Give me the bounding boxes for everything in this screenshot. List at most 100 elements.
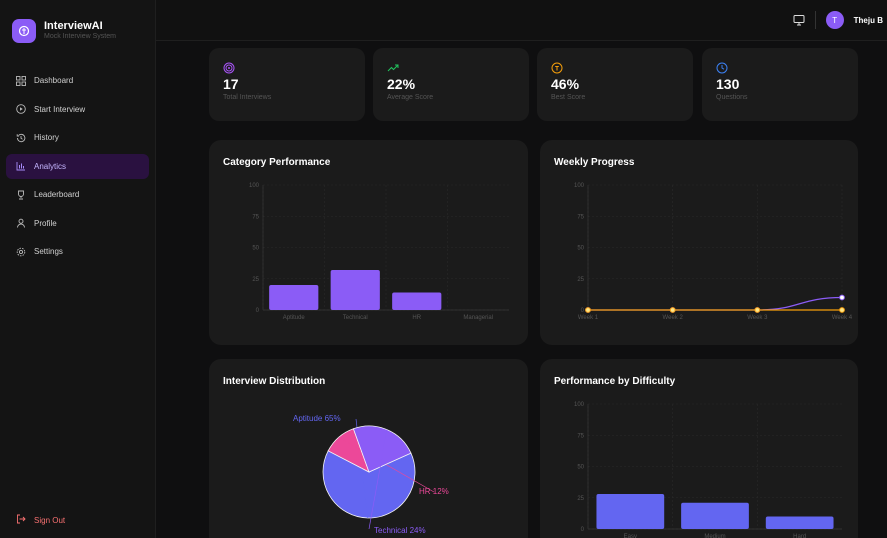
performance-by-difficulty-card: Performance by Difficulty 0 25 50 75 100 Easy… <box>540 359 858 538</box>
sidebar-item-analytics[interactable]: Analytics <box>6 153 149 179</box>
data-point <box>839 307 845 313</box>
sidebar-item-label: Analytics <box>34 161 67 171</box>
bar-chart-icon <box>16 161 26 171</box>
x-tick-label: Easy <box>624 534 637 538</box>
sidebar: InterviewAI Mock Interview System Dashbo… <box>0 0 156 538</box>
data-point <box>669 307 676 313</box>
stat-label: Average Score <box>387 94 434 101</box>
x-tick-label: Hard <box>793 534 806 538</box>
bar <box>330 270 380 310</box>
stat-value: 17 <box>223 76 239 92</box>
x-tick-label: Week 2 <box>663 315 684 321</box>
series-line <box>588 296 843 311</box>
stat-value: 22% <box>387 76 416 92</box>
sign-out-button[interactable]: Sign Out <box>16 514 65 526</box>
clock-icon <box>716 62 728 74</box>
sidebar-item-label: Leaderboard <box>34 190 80 199</box>
pie-label: HR 12% <box>419 487 449 496</box>
x-tick-label: Technical <box>343 315 368 321</box>
sidebar-item-settings[interactable]: Settings <box>6 239 149 264</box>
bar <box>392 292 442 310</box>
x-tick-label: Week 3 <box>747 315 768 321</box>
stat-label: Total Interviews <box>223 94 272 101</box>
sign-out-label: Sign Out <box>34 515 66 525</box>
y-tick-label: 25 <box>252 277 259 283</box>
x-tick-label: Week 4 <box>832 315 853 321</box>
sidebar-item-profile[interactable]: Profile <box>6 211 149 236</box>
bar <box>596 494 665 529</box>
interview-distribution-chart: Aptitude 65% HR 12% Technical 24% <box>293 414 449 535</box>
sidebar-nav: Dashboard Start Interview History Analyt… <box>0 68 155 264</box>
x-tick-label: Aptitude <box>283 315 306 321</box>
sidebar-item-label: Start Interview <box>34 104 86 114</box>
sidebar-item-dashboard[interactable]: Dashboard <box>6 68 149 93</box>
stat-label: Questions <box>716 94 748 101</box>
bar <box>681 502 749 529</box>
x-tick-label: Week 1 <box>578 315 599 321</box>
award-icon <box>551 62 563 74</box>
grid-icon <box>16 75 26 86</box>
data-point <box>839 294 845 301</box>
performance-by-difficulty-chart: 0 25 50 75 100 Easy Medium Hard <box>574 402 842 538</box>
y-tick-label: 100 <box>574 183 585 189</box>
sidebar-item-label: History <box>34 133 59 142</box>
y-tick-label: 75 <box>252 214 259 220</box>
monitor-icon[interactable] <box>793 14 805 26</box>
x-tick-label: Managerial <box>463 315 493 321</box>
play-circle-icon <box>16 104 26 114</box>
y-tick-label: 0 <box>581 308 585 314</box>
target-icon <box>223 62 235 74</box>
sidebar-item-start-interview[interactable]: Start Interview <box>6 97 149 122</box>
sidebar-item-leaderboard[interactable]: Leaderboard <box>6 182 149 207</box>
brand-name: InterviewAI <box>44 20 103 32</box>
history-icon <box>16 133 26 143</box>
y-tick-label: 50 <box>577 246 584 252</box>
y-tick-label: 0 <box>256 308 260 314</box>
y-tick-label: 0 <box>581 527 585 533</box>
y-tick-label: 75 <box>577 214 584 220</box>
brand-subtitle: Mock Interview System <box>44 33 116 40</box>
bar <box>765 516 834 529</box>
stat-card-total-interviews: 17 Total Interviews <box>209 48 365 121</box>
stat-value: 46% <box>551 76 580 92</box>
weekly-progress-chart: 0 25 50 75 100 Week 1 Week 2 Week 3 Week 4 <box>574 183 853 321</box>
trophy-icon <box>16 190 26 200</box>
pie-label: Technical 24% <box>374 526 426 535</box>
y-tick-label: 25 <box>577 496 584 502</box>
bar <box>269 285 319 310</box>
avatar[interactable]: T <box>825 11 844 29</box>
interview-distribution-card: Interview Distribution Aptitude 65% HR 12… <box>209 359 528 538</box>
stat-card-questions: 130 Questions <box>702 48 858 121</box>
y-tick-label: 100 <box>249 183 260 189</box>
sidebar-item-label: Profile <box>34 218 57 228</box>
gear-icon <box>16 247 26 257</box>
data-point <box>754 307 761 313</box>
y-tick-label: 100 <box>574 402 585 408</box>
topbar-divider <box>814 11 816 29</box>
sidebar-item-label: Dashboard <box>34 76 74 85</box>
stat-card-average-score: 22% Average Score <box>373 48 529 121</box>
y-tick-label: 75 <box>577 433 584 439</box>
sidebar-item-history[interactable]: History <box>6 125 149 150</box>
brand: InterviewAI Mock Interview System <box>0 0 155 48</box>
y-tick-label: 50 <box>577 465 584 471</box>
y-tick-label: 25 <box>577 277 584 283</box>
stat-label: Best Score <box>551 94 586 101</box>
user-icon <box>16 218 26 228</box>
pie-label: Aptitude 65% <box>293 414 341 423</box>
category-performance-chart: 0 25 50 75 100 Aptitude Technical HR Managerial <box>249 183 509 321</box>
logout-icon <box>16 514 26 526</box>
weekly-progress-card: Weekly Progress 0 25 50 75 100 Week 1 Week 2 We… <box>540 140 858 345</box>
data-point <box>585 307 591 313</box>
y-tick-label: 50 <box>252 246 259 252</box>
brand-logo-icon <box>12 19 36 43</box>
sidebar-item-label: Settings <box>34 247 63 256</box>
trend-up-icon <box>387 62 399 74</box>
x-tick-label: HR <box>412 315 421 321</box>
category-performance-card: Category Performance 0 25 50 75 100 Aptitude T… <box>209 140 528 345</box>
user-name[interactable]: Theju B <box>854 16 883 25</box>
top-bar: T Theju B <box>156 0 887 41</box>
stat-value: 130 <box>716 76 740 92</box>
stat-card-best-score: 46% Best Score <box>537 48 693 121</box>
x-tick-label: Medium <box>704 534 725 538</box>
